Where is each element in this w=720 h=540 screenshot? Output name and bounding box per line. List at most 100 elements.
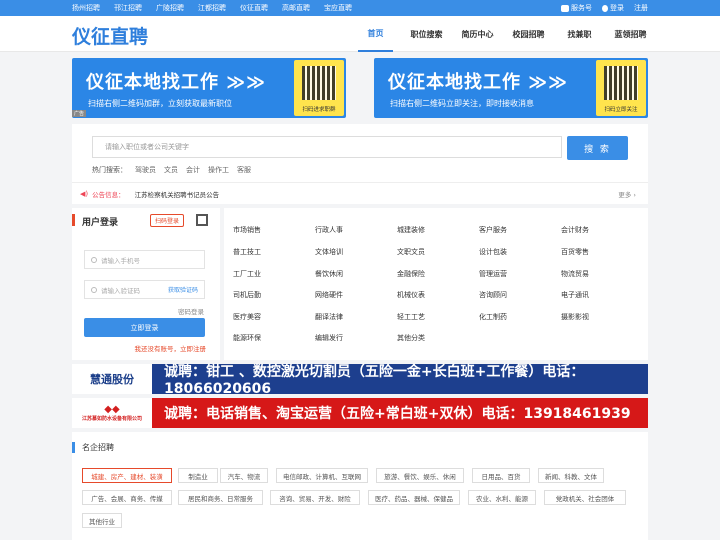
ad-tag: 广告 <box>72 110 87 117</box>
phone-placeholder: 请输入手机号 <box>101 256 140 265</box>
category-link[interactable]: 电子通讯 <box>561 290 589 300</box>
category-link[interactable]: 管理运营 <box>479 269 507 279</box>
category-link[interactable]: 设计包装 <box>479 247 507 257</box>
job-categories: 市场销售 行政人事 城建装修 客户服务 会计财务普工技工 文体培训 文职文员 设计包装 百货零售… <box>224 208 648 360</box>
register-link[interactable]: 注册 <box>634 3 648 13</box>
category-link[interactable]: 司机后勤 <box>233 290 261 300</box>
nav-job-search[interactable]: 职位搜索 <box>409 16 444 52</box>
login-link[interactable]: 登录 <box>602 3 624 13</box>
nav-part-time[interactable]: 找兼职 <box>562 16 597 52</box>
industry-chip[interactable]: 农业、水利、能源 <box>468 490 536 505</box>
notice-label: 公告信息： <box>92 190 125 199</box>
category-link[interactable]: 网络硬件 <box>315 290 343 300</box>
category-link[interactable]: 物流贸易 <box>561 269 589 279</box>
wechat-icon <box>561 4 569 12</box>
famous-title: 名企招聘 <box>82 443 114 452</box>
city-link-guangling[interactable]: 广陵招聘 <box>156 3 184 13</box>
nav-resume-center[interactable]: 简历中心 <box>460 16 495 52</box>
hot-search-item[interactable]: 文员 <box>164 165 178 175</box>
category-link[interactable]: 化工制药 <box>479 312 507 322</box>
lock-icon <box>91 286 97 293</box>
hot-search-item[interactable]: 驾驶员 <box>135 165 156 175</box>
ad-logo-mark: ◆◆ <box>104 404 120 415</box>
search-input[interactable]: 请输入职位或者公司关键字 <box>92 136 562 158</box>
city-link-yizheng[interactable]: 仪征直聘 <box>240 3 268 13</box>
title-accent <box>72 442 75 453</box>
hot-search-item[interactable]: 会计 <box>186 165 200 175</box>
industry-chip[interactable]: 制造业 <box>178 468 218 483</box>
category-link[interactable]: 客户服务 <box>479 225 507 235</box>
city-link-hanjiang[interactable]: 邗江招聘 <box>114 3 142 13</box>
ad-logo: 慧通股份 <box>72 364 152 394</box>
category-link[interactable]: 能源环保 <box>233 333 261 343</box>
user-icon <box>602 4 608 12</box>
banner-join-group[interactable]: 仪征本地找工作 ≫≫ 扫描右侧二维码加群，立刻获取最新职位 扫码进求职群 <box>72 58 346 118</box>
category-link[interactable]: 翻译法律 <box>315 312 343 322</box>
category-link[interactable]: 会计财务 <box>561 225 589 235</box>
category-link[interactable]: 文体培训 <box>315 247 343 257</box>
site-logo[interactable]: 仪征直聘 <box>72 22 148 49</box>
search-button[interactable]: 搜 索 <box>567 136 628 160</box>
register-now-link[interactable]: 我还没有账号，立即注册 <box>135 343 207 353</box>
category-link[interactable]: 餐饮休闲 <box>315 269 343 279</box>
industry-chip[interactable]: 医疗、药品、器械、保健品 <box>368 490 460 505</box>
industry-chip[interactable]: 新闻、科教、文体 <box>538 468 604 483</box>
login-panel: 用户登录 扫码登录 请输入手机号 请输入验证码 获取验证码 密码登录 立即登录 … <box>72 208 220 360</box>
category-link[interactable]: 城建装修 <box>397 225 425 235</box>
industry-chip[interactable]: 汽车、物流 <box>220 468 268 483</box>
category-link[interactable]: 金融保险 <box>397 269 425 279</box>
banner-qr-box: 扫码立即关注 <box>596 60 646 116</box>
industry-chip[interactable]: 旅游、餐饮、娱乐、休闲 <box>376 468 464 483</box>
nav-blue-collar[interactable]: 蓝领招聘 <box>613 16 648 52</box>
industry-chip[interactable]: 城建、房产、建材、装潢 <box>82 468 172 483</box>
ad-logo-text: 江苏慕如防水设备有限公司 <box>81 416 142 422</box>
category-link[interactable]: 机械仪表 <box>397 290 425 300</box>
service-account-link[interactable]: 服务号 <box>561 3 592 13</box>
category-link[interactable]: 百货零售 <box>561 247 589 257</box>
title-accent <box>72 214 75 226</box>
qr-login-icon[interactable] <box>196 214 208 226</box>
nav-campus[interactable]: 校园招聘 <box>511 16 546 52</box>
category-link[interactable]: 市场销售 <box>233 225 261 235</box>
category-link[interactable]: 工厂工业 <box>233 269 261 279</box>
nav-home[interactable]: 首页 <box>358 16 393 52</box>
get-code-button[interactable]: 获取验证码 <box>168 285 198 294</box>
city-link-gaoyou[interactable]: 高邮直聘 <box>282 3 310 13</box>
notice-link[interactable]: 江苏检察机关招聘书记员公告 <box>135 189 220 199</box>
code-input[interactable]: 请输入验证码 获取验证码 <box>84 280 205 299</box>
hot-search-item[interactable]: 客服 <box>237 165 251 175</box>
ad-text: 诚聘：钳工 、数控激光切割员（五险一金+长白班+工作餐）电话：180660206… <box>152 364 648 397</box>
top-bar: 扬州招聘 邗江招聘 广陵招聘 江都招聘 仪征直聘 高邮直聘 宝应直聘 服务号 登… <box>0 0 720 16</box>
city-links: 扬州招聘 邗江招聘 广陵招聘 江都招聘 仪征直聘 高邮直聘 宝应直聘 <box>72 3 352 13</box>
scan-login-button[interactable]: 扫码登录 <box>150 214 184 227</box>
industry-chip[interactable]: 广告、会展、商务、传媒 <box>82 490 172 505</box>
category-link[interactable]: 医疗美容 <box>233 312 261 322</box>
notice-more-link[interactable]: 更多 › <box>618 189 636 199</box>
industry-chip[interactable]: 咨询、贸易、开发、财险 <box>270 490 360 505</box>
hot-search-label: 热门搜索： <box>92 166 127 174</box>
category-link[interactable]: 普工技工 <box>233 247 261 257</box>
category-link[interactable]: 文职文员 <box>397 247 425 257</box>
megaphone-icon: ◀) <box>80 189 89 198</box>
password-login-link[interactable]: 密码登录 <box>178 306 204 316</box>
hot-search-item[interactable]: 操作工 <box>208 165 229 175</box>
city-link-yangzhou[interactable]: 扬州招聘 <box>72 3 100 13</box>
category-link[interactable]: 行政人事 <box>315 225 343 235</box>
ad-banner-murui[interactable]: ◆◆ 江苏慕如防水设备有限公司 诚聘：电话销售、淘宝运营（五险+常白班+双休）电… <box>72 398 648 428</box>
login-submit-button[interactable]: 立即登录 <box>84 318 205 337</box>
category-link[interactable]: 咨询顾问 <box>479 290 507 300</box>
category-link[interactable]: 摄影影视 <box>561 312 589 322</box>
city-link-baoying[interactable]: 宝应直聘 <box>324 3 352 13</box>
category-link[interactable]: 其他分类 <box>397 333 425 343</box>
category-link[interactable]: 轻工工艺 <box>397 312 425 322</box>
industry-chip[interactable]: 电信邮政、计算机、互联网 <box>276 468 368 483</box>
category-link[interactable]: 编辑发行 <box>315 333 343 343</box>
banner-follow[interactable]: 仪征本地找工作 ≫≫ 扫描右侧二维码立即关注，即时接收消息 扫码立即关注 <box>374 58 648 118</box>
phone-input[interactable]: 请输入手机号 <box>84 250 205 269</box>
industry-chip[interactable]: 居民和商务、日常服务 <box>178 490 263 505</box>
industry-chip[interactable]: 日用品、百货 <box>472 468 530 483</box>
industry-chip[interactable]: 其他行业 <box>82 513 122 528</box>
ad-banner-huitong[interactable]: 慧通股份 诚聘：钳工 、数控激光切割员（五险一金+长白班+工作餐）电话：1806… <box>72 364 648 397</box>
industry-chip[interactable]: 党政机关、社会团体 <box>544 490 626 505</box>
city-link-jiangdu[interactable]: 江都招聘 <box>198 3 226 13</box>
